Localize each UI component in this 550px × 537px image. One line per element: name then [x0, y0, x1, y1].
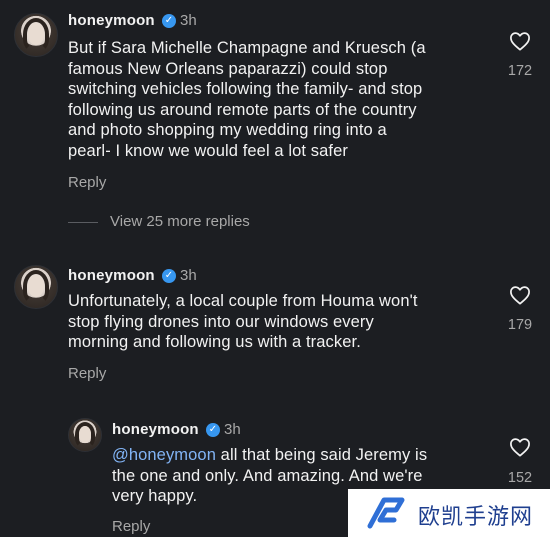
- like-count: 172: [507, 63, 533, 79]
- avatar[interactable]: [14, 13, 58, 57]
- reply-button[interactable]: Reply: [112, 518, 150, 535]
- reply-button[interactable]: Reply: [68, 365, 106, 382]
- watermark-logo-icon: [367, 497, 405, 529]
- heart-icon[interactable]: [509, 31, 531, 51]
- avatar[interactable]: [14, 265, 58, 309]
- view-more-divider: [68, 222, 98, 223]
- verified-badge-icon: ✓: [162, 14, 176, 28]
- avatar[interactable]: [68, 418, 102, 452]
- comment-time: 3h: [180, 12, 197, 29]
- verified-badge-icon: ✓: [206, 423, 220, 437]
- comment-text: Unfortunately, a local couple from Houma…: [68, 292, 418, 351]
- like-count: 179: [507, 317, 533, 333]
- watermark-text: 欧凯手游网: [418, 505, 534, 530]
- comment-time: 3h: [180, 267, 197, 284]
- reply-button[interactable]: Reply: [68, 174, 106, 191]
- avatar-face: [78, 426, 92, 443]
- comment-username[interactable]: honeymoon: [68, 12, 155, 29]
- watermark: 欧凯手游网: [348, 489, 550, 537]
- heart-icon[interactable]: [509, 285, 531, 305]
- view-more-replies-button[interactable]: View 25 more replies: [110, 213, 250, 230]
- verified-badge-icon: ✓: [162, 269, 176, 283]
- mention-link[interactable]: @honeymoon: [112, 446, 216, 464]
- heart-icon[interactable]: [509, 437, 531, 457]
- comment-time: 3h: [224, 421, 241, 438]
- like-count: 152: [507, 470, 533, 486]
- comment-text: But if Sara Michelle Champagne and Krues…: [68, 39, 426, 160]
- comment-username[interactable]: honeymoon: [68, 267, 155, 284]
- comment-username[interactable]: honeymoon: [112, 421, 199, 438]
